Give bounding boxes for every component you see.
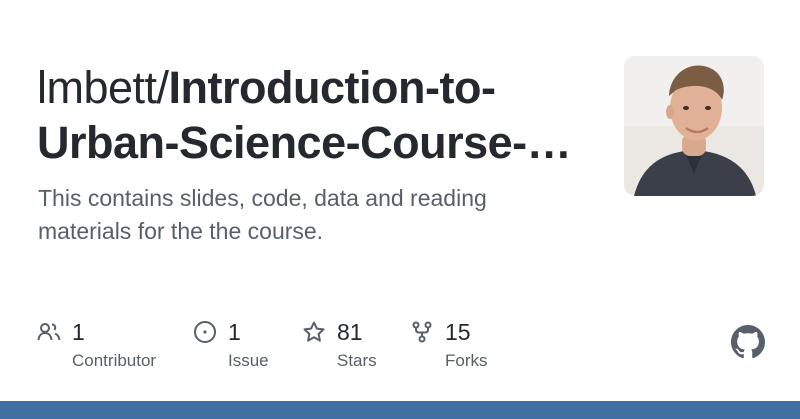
forks-count: 15 [445, 318, 471, 345]
contributors-label: Contributor [72, 351, 157, 370]
stars-label: Stars [337, 351, 377, 370]
github-logo-icon[interactable] [731, 325, 765, 359]
repo-social-card: lmbett/Introduction-to-Urban-Science-Cou… [0, 0, 800, 419]
repo-owner[interactable]: lmbett/ [37, 62, 169, 113]
issue-icon [192, 319, 218, 345]
forks-label: Forks [445, 351, 488, 370]
stat-issues[interactable]: 1 Issue [192, 316, 269, 371]
repo-title[interactable]: lmbett/Introduction-to-Urban-Science-Cou… [37, 60, 597, 170]
people-icon [36, 319, 62, 345]
avatar-photo [624, 56, 764, 196]
language-bar [0, 401, 800, 419]
contributors-count: 1 [72, 318, 85, 345]
repo-description: This contains slides, code, data and rea… [38, 185, 487, 244]
star-icon [301, 319, 327, 345]
fork-icon [409, 319, 435, 345]
stat-forks[interactable]: 15 Forks [409, 316, 488, 371]
stat-contributors[interactable]: 1 Contributor [36, 316, 156, 371]
stat-stars[interactable]: 81 Stars [301, 316, 377, 371]
issues-label: Issue [228, 351, 269, 370]
stars-count: 81 [337, 318, 363, 345]
issues-count: 1 [228, 318, 241, 345]
avatar[interactable] [624, 56, 764, 196]
